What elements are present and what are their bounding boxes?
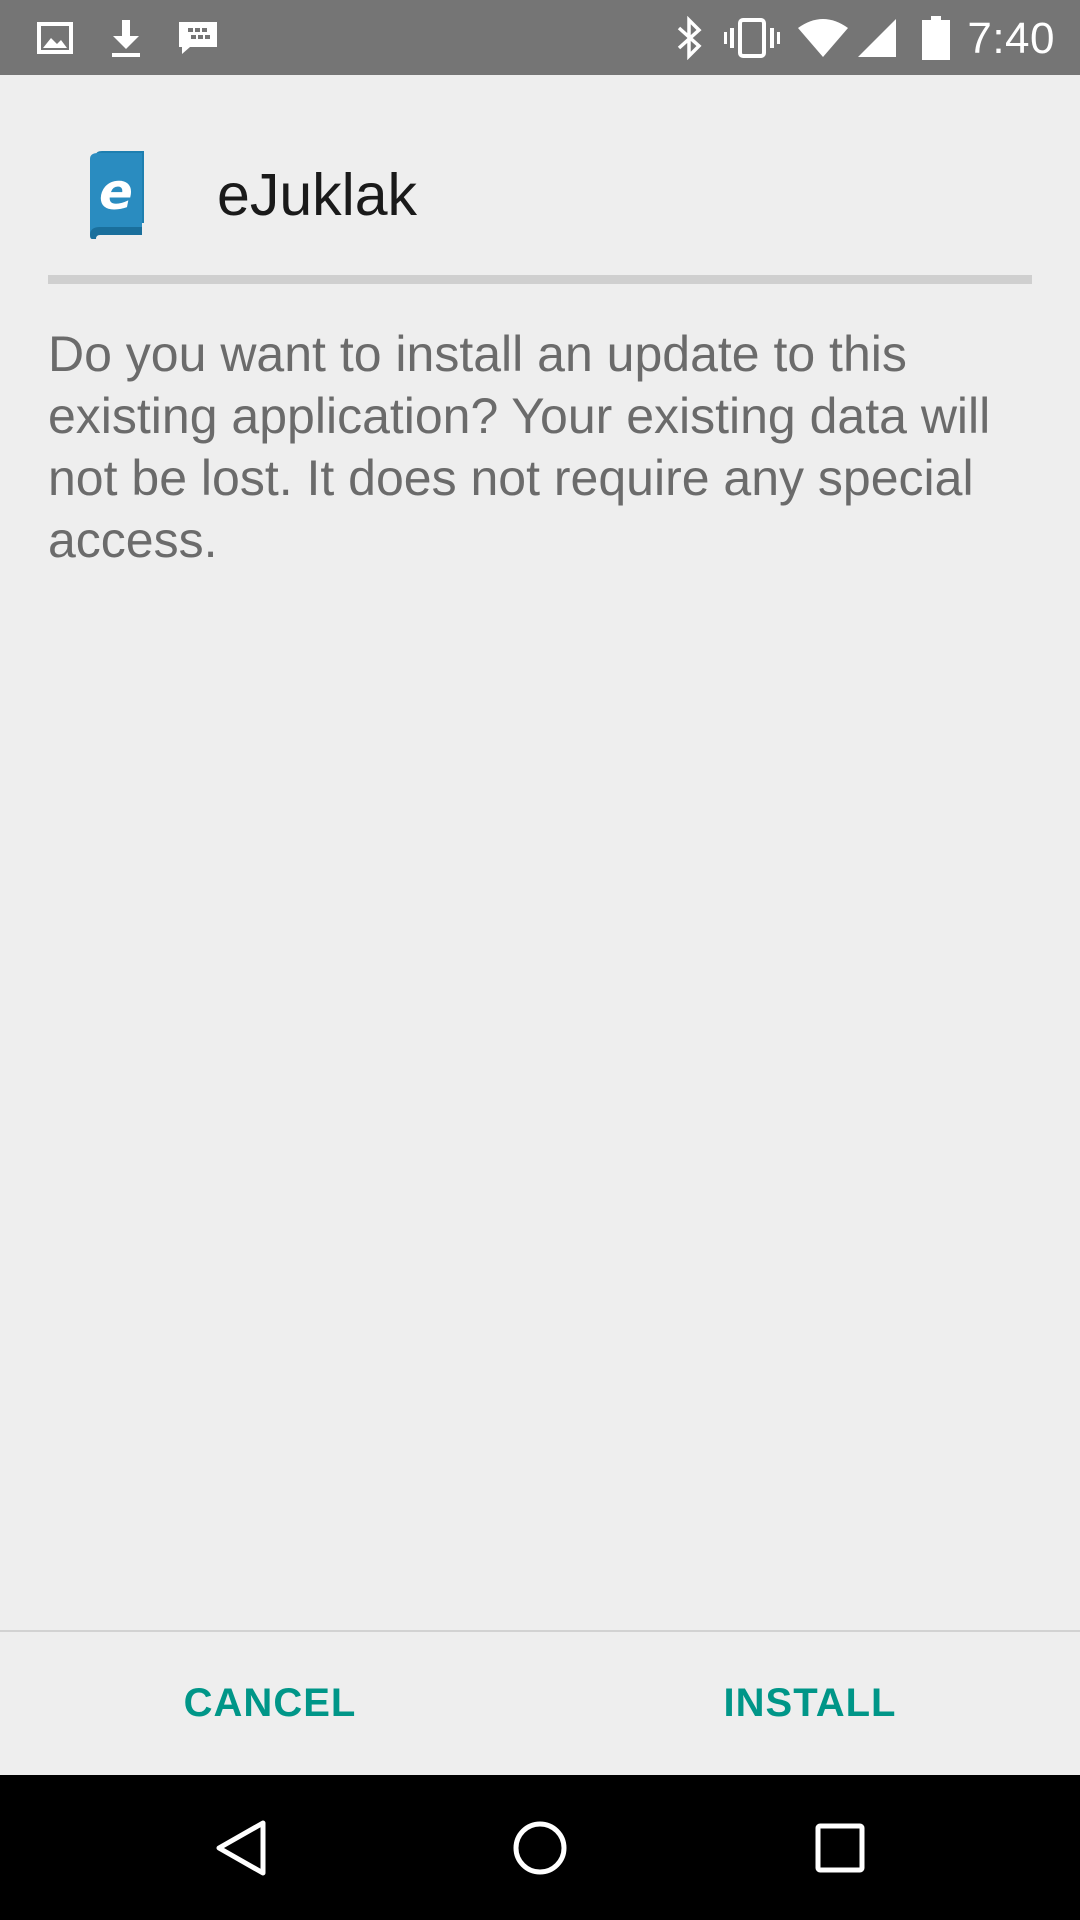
download-icon [106,0,146,75]
app-header: e eJuklak [0,75,1080,275]
image-icon [34,0,76,75]
battery-icon [918,0,954,75]
navigation-bar [0,1775,1080,1920]
svg-text:e: e [99,163,133,221]
home-icon[interactable] [480,1775,600,1920]
messenger-icon [176,0,220,75]
book-app-icon: e [86,151,156,239]
install-message: Do you want to install an update to this… [48,326,991,568]
wifi-icon [796,0,850,75]
install-button[interactable]: INSTALL [540,1632,1080,1775]
header-divider [48,275,1032,284]
vibrate-icon [722,0,782,75]
status-time: 7:40 [967,14,1055,63]
status-bar: 7:40 [0,0,1080,75]
recents-icon[interactable] [780,1775,900,1920]
bluetooth-icon [672,0,708,75]
back-icon[interactable] [180,1775,300,1920]
cancel-button[interactable]: CANCEL [0,1632,540,1775]
signal-icon [854,0,900,75]
app-title: eJuklak [217,162,418,228]
